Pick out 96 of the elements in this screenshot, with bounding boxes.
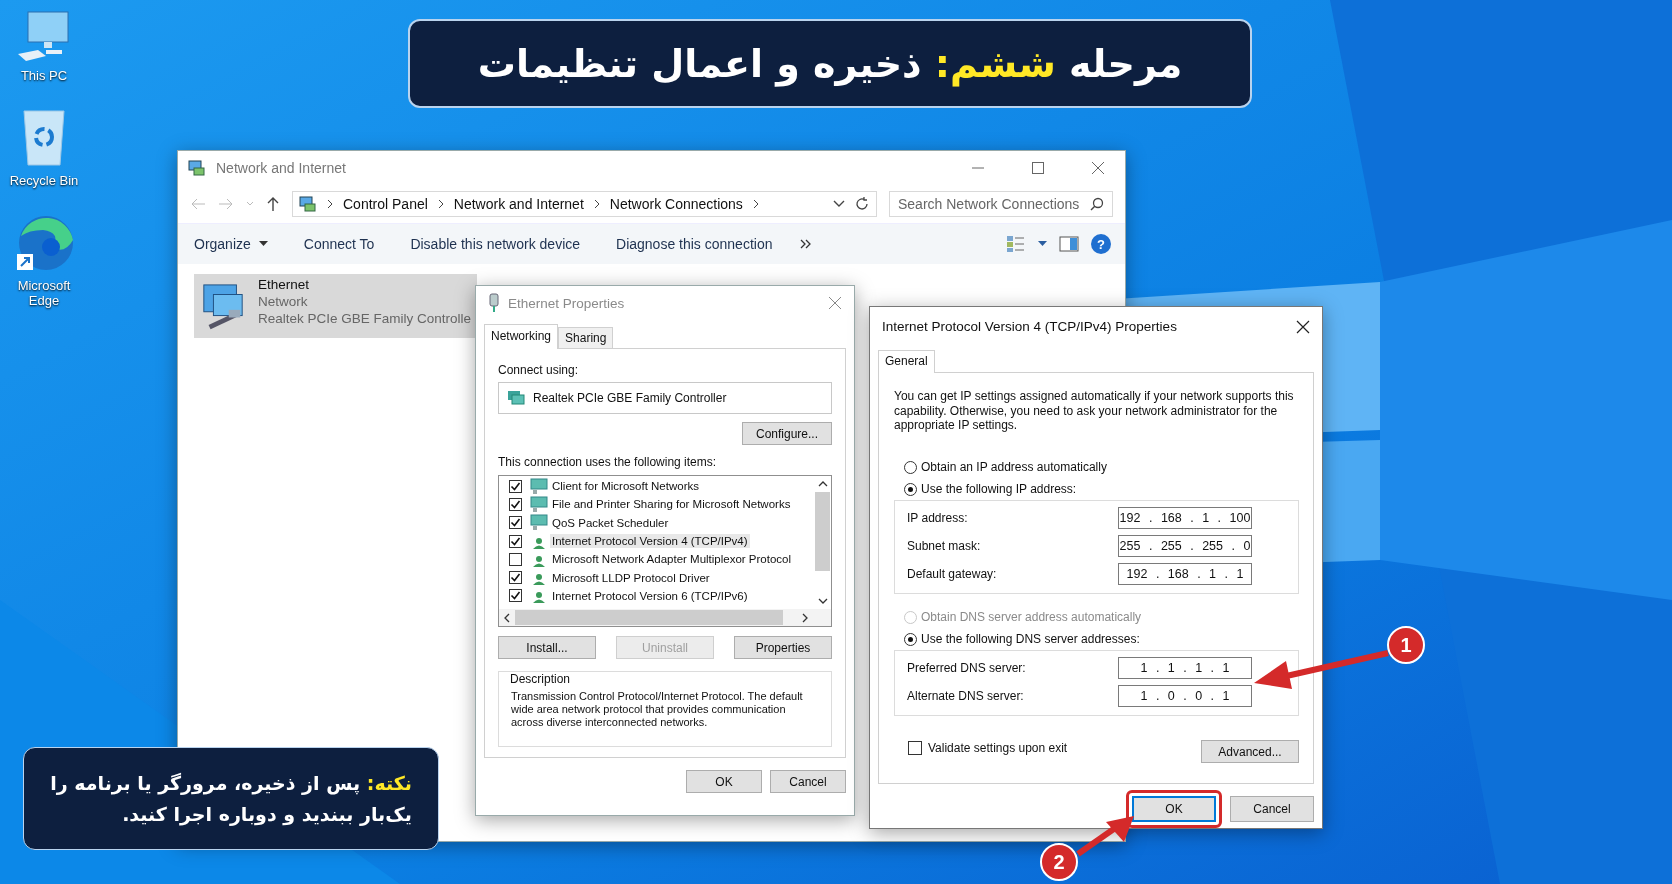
computer-icon[interactable] <box>16 10 72 62</box>
chevron-icon[interactable] <box>326 199 334 209</box>
radio-label: Use the following IP address: <box>921 482 1077 497</box>
connection-name: Ethernet <box>257 277 310 292</box>
recycle-bin-icon[interactable] <box>22 109 66 167</box>
ok-button[interactable]: OK <box>1132 796 1216 822</box>
scroll-left-icon[interactable] <box>503 612 511 623</box>
configure-button[interactable]: Configure... <box>742 422 832 445</box>
list-item[interactable]: Microsoft LLDP Protocol Driver <box>550 570 712 585</box>
toolbar-button[interactable]: Diagnose this connection <box>608 232 781 256</box>
field-label: Connect using: <box>498 363 580 377</box>
adapter-name: Realtek PCIe GBE Family Controller <box>533 391 727 405</box>
banner-title: مرحله ششم: ذخیره و اعمال تنظیمات <box>477 41 1183 86</box>
note-text: نکته: پس از ذخیره، مرورگر یا برنامه را یک‌بار ببندید و دوباره اجرا کنید. <box>50 771 412 828</box>
radio-button[interactable] <box>904 482 917 496</box>
ip-field[interactable]: 1 . 1 . 1 . 1 <box>1118 657 1252 680</box>
window-title: Network and Internet <box>216 160 346 176</box>
checkbox[interactable] <box>509 516 522 530</box>
adapter-name: Realtek PCIe GBE Family Controlle <box>257 311 471 326</box>
checkbox[interactable] <box>509 589 522 603</box>
tab[interactable]: Sharing <box>558 327 614 348</box>
toolbar-button[interactable]: Connect To <box>295 232 383 256</box>
list-item[interactable]: Internet Protocol Version 6 (TCP/IPv6) <box>550 588 750 603</box>
list-label: This connection uses the following items: <box>498 455 718 469</box>
network-icon <box>299 195 317 213</box>
breadcrumb[interactable]: Control Panel <box>343 196 428 212</box>
dialog-button[interactable]: OK <box>686 770 762 793</box>
adapter-icon <box>488 293 500 313</box>
network-adapter-icon <box>507 389 525 407</box>
ip-field[interactable]: 1 . 0 . 0 . 1 <box>1118 685 1252 708</box>
dialog-title: Ethernet Properties <box>508 295 625 311</box>
search-icon[interactable] <box>1090 197 1104 211</box>
help-button[interactable]: ? <box>1091 234 1111 254</box>
radio-button[interactable] <box>904 460 917 474</box>
close-icon[interactable] <box>1296 319 1310 334</box>
list-item[interactable]: Microsoft Network Adapter Multiplexor Protocol <box>550 552 794 567</box>
network-service-icon <box>530 477 548 495</box>
list-item[interactable]: Client for Microsoft Networks <box>550 479 701 494</box>
dialog-button[interactable]: Cancel <box>770 770 846 793</box>
breadcrumb[interactable]: Network and Internet <box>453 196 584 212</box>
search-field[interactable]: Search Network Connections <box>889 191 1113 217</box>
address-bar[interactable]: Control Panel Network and Internet Network Connections <box>292 191 877 217</box>
checkbox-label: Validate settings upon exit <box>928 740 1068 755</box>
field-label: IP address: <box>907 511 968 526</box>
field-label: Alternate DNS server: <box>907 689 1024 704</box>
chevron-icon[interactable] <box>436 199 445 209</box>
action-button[interactable]: Install... <box>498 636 596 659</box>
network-service-icon <box>530 495 548 513</box>
cancel-button[interactable]: Cancel <box>1230 796 1314 822</box>
intro-text: You can get IP settings assigned automatically if your network supports this capability. Otherwise, you need to ask your network administrator for the appropriate IP settings. <box>894 389 1295 433</box>
up-arrow-icon[interactable] <box>266 196 280 212</box>
scroll-right-icon[interactable] <box>801 612 809 623</box>
toolbar-button[interactable]: Disable this network device <box>402 232 589 256</box>
maximize-icon[interactable] <box>1031 161 1045 175</box>
checkbox[interactable] <box>509 534 522 548</box>
ip-field[interactable]: 192 . 168 . 1 . 100 <box>1118 507 1252 530</box>
tab[interactable]: General <box>878 350 935 374</box>
field-label: Preferred DNS server: <box>907 661 1026 676</box>
dialog-title: Internet Protocol Version 4 (TCP/IPv4) Properties <box>882 319 1177 335</box>
connection-item[interactable]: Ethernet Network Realtek PCIe GBE Family Controlle <box>194 274 477 338</box>
list-item[interactable]: File and Printer Sharing for Microsoft Networks <box>550 497 793 512</box>
checkbox[interactable] <box>509 571 522 585</box>
chevron-icon[interactable] <box>592 199 601 209</box>
chevron-icon[interactable] <box>751 199 760 209</box>
checkbox[interactable] <box>908 740 922 755</box>
radio-label: Obtain DNS server address automatically <box>921 610 1142 625</box>
browser-icon[interactable] <box>15 214 73 272</box>
description-text: Transmission Control Protocol/Internet Protocol. The default wide area network protocol that provides communication across diverse interconnected networks. <box>511 690 804 730</box>
ip-field[interactable]: 192 . 168 . 1 . 1 <box>1118 563 1252 586</box>
checkbox[interactable] <box>509 479 522 493</box>
tab[interactable]: Networking <box>484 324 559 349</box>
list-item[interactable]: Internet Protocol Version 4 (TCP/IPv4) <box>550 534 750 549</box>
scrollbar[interactable] <box>499 609 831 626</box>
list-item[interactable]: QoS Packet Scheduler <box>550 515 671 530</box>
refresh-icon[interactable] <box>854 196 870 212</box>
advanced-button[interactable]: Advanced... <box>1201 740 1299 764</box>
checkbox[interactable] <box>509 497 522 511</box>
radio-label: Obtain an IP address automatically <box>921 460 1107 475</box>
dropdown-icon[interactable] <box>833 200 845 208</box>
scroll-up-icon[interactable] <box>817 480 828 488</box>
toolbar-button[interactable]: Organize <box>186 232 276 256</box>
field-label: Default gateway: <box>907 567 997 582</box>
breadcrumb[interactable]: Network Connections <box>609 196 743 212</box>
checkbox[interactable] <box>509 552 522 566</box>
network-icon <box>188 159 206 177</box>
ip-field[interactable]: 255 . 255 . 255 . 0 <box>1118 535 1252 558</box>
action-button[interactable]: Properties <box>734 636 832 659</box>
more-icon[interactable] <box>800 239 813 249</box>
connection-status: Network <box>257 294 309 309</box>
network-service-icon <box>530 514 548 532</box>
field-label: Subnet mask: <box>907 539 981 554</box>
caret-icon[interactable] <box>1038 241 1047 247</box>
radio-label: Use the following DNS server addresses: <box>921 632 1140 647</box>
scroll-down-icon[interactable] <box>817 597 828 605</box>
radio-button[interactable] <box>904 632 917 646</box>
preview-pane-icon[interactable] <box>1059 236 1079 252</box>
